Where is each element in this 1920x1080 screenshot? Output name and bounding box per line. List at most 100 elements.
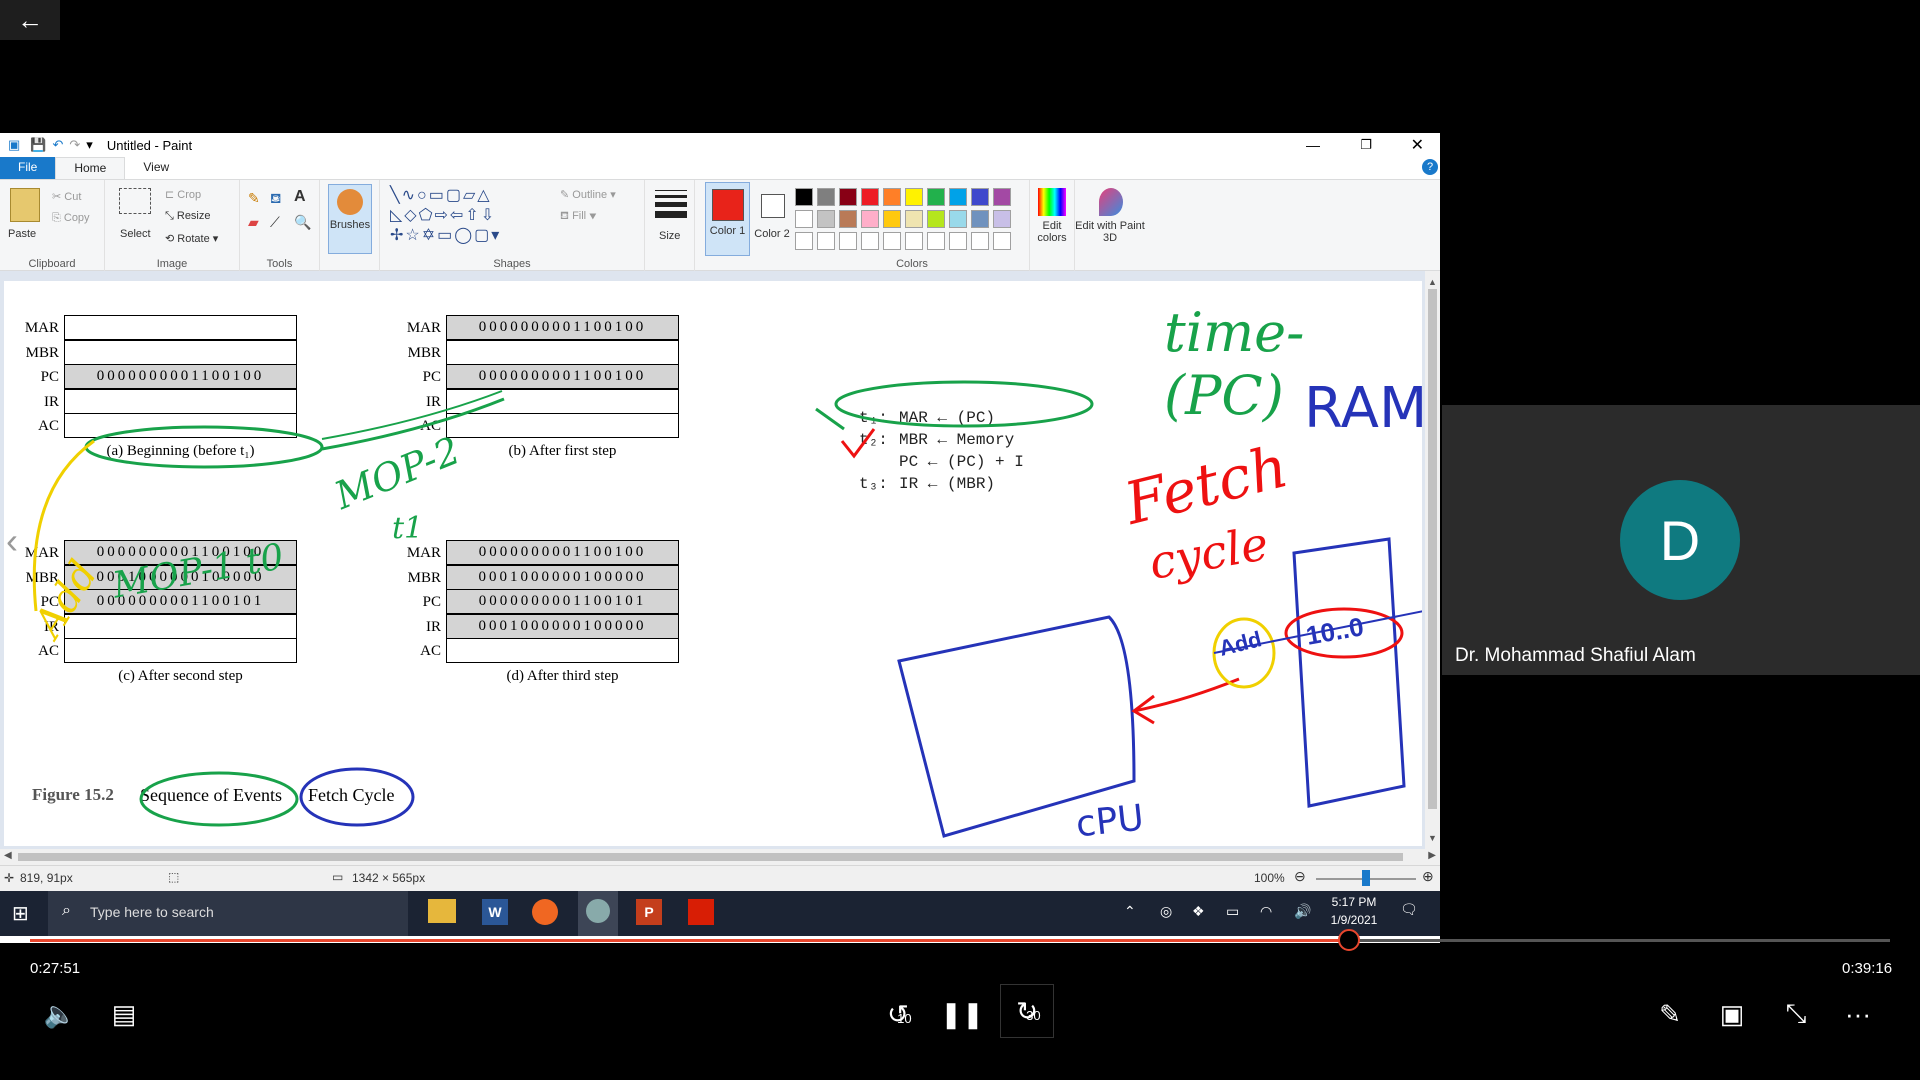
palette-swatch[interactable] xyxy=(861,188,879,206)
zoom-slider-thumb[interactable] xyxy=(1362,870,1370,886)
minimize-icon[interactable]: — xyxy=(1306,137,1320,153)
copy-button[interactable]: ⎘ Copy xyxy=(52,212,90,225)
quick-access-dropdown-icon[interactable]: ▾ xyxy=(86,137,93,153)
palette-swatch[interactable] xyxy=(817,210,835,228)
layout-button[interactable]: ▣ xyxy=(1712,996,1752,1032)
palette-swatch[interactable] xyxy=(905,188,923,206)
palette-swatch[interactable] xyxy=(861,232,879,250)
palette-swatch[interactable] xyxy=(883,210,901,228)
paste-button[interactable]: Paste xyxy=(8,228,36,240)
restore-icon[interactable]: ❐ xyxy=(1360,137,1372,153)
paint3d-icon[interactable] xyxy=(1099,188,1123,216)
help-icon[interactable]: ? xyxy=(1422,159,1438,175)
palette-swatch[interactable] xyxy=(993,232,1011,250)
vertical-scrollbar[interactable]: ▲ ▼ xyxy=(1425,271,1440,849)
scroll-right-icon[interactable]: ▶ xyxy=(1428,850,1436,861)
close-icon[interactable]: ✕ xyxy=(1411,135,1424,155)
zoom-in-icon[interactable]: ⊕ xyxy=(1422,868,1434,885)
paint-canvas[interactable]: MAR MBR PC 0000000001100100 IR AC (a) Beginnin… xyxy=(4,281,1427,846)
progress-handle[interactable] xyxy=(1337,929,1360,951)
palette-swatch[interactable] xyxy=(839,210,857,228)
battery-icon[interactable]: ▭ xyxy=(1226,903,1239,920)
crop-button[interactable]: ⊏ Crop xyxy=(165,188,201,201)
palette-swatch[interactable] xyxy=(839,232,857,250)
palette-swatch[interactable] xyxy=(861,210,879,228)
palette-swatch[interactable] xyxy=(927,188,945,206)
paint-taskbar-button[interactable] xyxy=(578,891,618,936)
save-icon[interactable]: 💾 xyxy=(30,137,46,153)
palette-swatch[interactable] xyxy=(993,210,1011,228)
rewind-button[interactable]: ↺ 10 xyxy=(876,992,920,1036)
palette-swatch[interactable] xyxy=(883,232,901,250)
wifi-icon[interactable]: ◠ xyxy=(1260,903,1272,920)
magnifier-icon[interactable]: 🔍 xyxy=(294,214,311,231)
redo-icon[interactable]: ↷ xyxy=(69,137,80,153)
scroll-down-icon[interactable]: ▼ xyxy=(1428,833,1437,843)
palette-swatch[interactable] xyxy=(949,188,967,206)
powerpoint-icon[interactable]: P xyxy=(636,899,662,925)
palette-swatch[interactable] xyxy=(905,232,923,250)
tab-view[interactable]: View xyxy=(125,157,187,179)
acrobat-icon[interactable] xyxy=(688,899,714,925)
palette-swatch[interactable] xyxy=(971,210,989,228)
rotate-button[interactable]: ⟲ Rotate ▾ xyxy=(165,232,218,245)
taskbar-clock-time[interactable]: 5:17 PM xyxy=(1330,895,1378,909)
annotate-button[interactable]: ✎ xyxy=(1650,996,1690,1032)
palette-swatch[interactable] xyxy=(971,232,989,250)
outline-button[interactable]: ✎ Outline ▾ xyxy=(560,188,616,201)
word-icon[interactable]: W xyxy=(482,899,508,925)
fill-bucket-icon[interactable]: ⛾ xyxy=(270,190,281,209)
more-options-button[interactable]: ··· xyxy=(1838,996,1878,1032)
color-picker-icon[interactable]: ⟋ xyxy=(270,214,280,231)
vertical-scroll-thumb[interactable] xyxy=(1428,289,1437,809)
shapes-gallery[interactable]: ╲∿○▭▢▱△ ◺◇⬠⇨⇦⇧⇩ ✢☆✡▭◯▢▾ xyxy=(390,186,540,246)
taskbar-search[interactable]: ⌕ Type here to search xyxy=(48,891,408,936)
scroll-up-icon[interactable]: ▲ xyxy=(1428,277,1437,287)
palette-swatch[interactable] xyxy=(795,188,813,206)
select-button[interactable]: Select xyxy=(120,228,151,240)
palette-swatch[interactable] xyxy=(839,188,857,206)
pencil-icon[interactable]: ✎ xyxy=(248,190,260,207)
tab-file[interactable]: File xyxy=(0,157,56,179)
edit-colors-button[interactable]: Edit colors xyxy=(1030,220,1074,244)
resize-button[interactable]: ⤡ Resize xyxy=(165,210,211,223)
volume-button[interactable]: 🔈 xyxy=(40,996,80,1032)
undo-icon[interactable]: ↶ xyxy=(52,137,63,153)
horizontal-scroll-thumb[interactable] xyxy=(18,853,1403,861)
palette-swatch[interactable] xyxy=(795,210,813,228)
volume-icon[interactable]: 🔊 xyxy=(1294,903,1311,920)
brushes-button[interactable]: Brushes xyxy=(328,184,372,254)
size-icon[interactable] xyxy=(655,190,687,218)
paste-icon[interactable] xyxy=(10,188,40,222)
palette-swatch[interactable] xyxy=(883,188,901,206)
palette-swatch[interactable] xyxy=(949,232,967,250)
zoom-out-icon[interactable]: ⊖ xyxy=(1294,868,1306,885)
previous-arrow-icon[interactable]: ‹ xyxy=(6,520,18,562)
eraser-icon[interactable]: ▰ xyxy=(248,214,259,231)
palette-swatch[interactable] xyxy=(817,232,835,250)
forward-button[interactable]: ↻ 30 xyxy=(1000,984,1054,1038)
select-icon[interactable] xyxy=(119,188,151,214)
palette-swatch[interactable] xyxy=(927,210,945,228)
dropbox-icon[interactable]: ❖ xyxy=(1192,903,1205,920)
palette-swatch[interactable] xyxy=(971,188,989,206)
palette-swatch[interactable] xyxy=(817,188,835,206)
palette-swatch[interactable] xyxy=(993,188,1011,206)
file-explorer-icon[interactable] xyxy=(428,899,456,923)
show-hidden-icons[interactable]: ⌃ xyxy=(1124,903,1136,920)
color2-button[interactable]: Color 2 xyxy=(752,180,792,272)
taskbar-clock-date[interactable]: 1/9/2021 xyxy=(1326,913,1382,927)
pause-button[interactable]: ❚❚ xyxy=(940,992,984,1036)
scroll-left-icon[interactable]: ◀ xyxy=(4,850,12,861)
back-button[interactable]: ← xyxy=(0,0,60,40)
palette-swatch[interactable] xyxy=(905,210,923,228)
fill-button[interactable]: ⛾ Fill ▾ xyxy=(560,210,597,224)
exit-fullscreen-button[interactable]: ⤡ xyxy=(1776,996,1816,1032)
captions-button[interactable]: ▤ xyxy=(104,996,144,1032)
palette-swatch[interactable] xyxy=(795,232,813,250)
palette-swatch[interactable] xyxy=(927,232,945,250)
horizontal-scrollbar[interactable]: ◀ ▶ xyxy=(0,849,1440,865)
palette-swatch[interactable] xyxy=(949,210,967,228)
edit-paint3d-button[interactable]: Edit with Paint 3D xyxy=(1075,220,1145,244)
edit-colors-icon[interactable] xyxy=(1038,188,1066,216)
